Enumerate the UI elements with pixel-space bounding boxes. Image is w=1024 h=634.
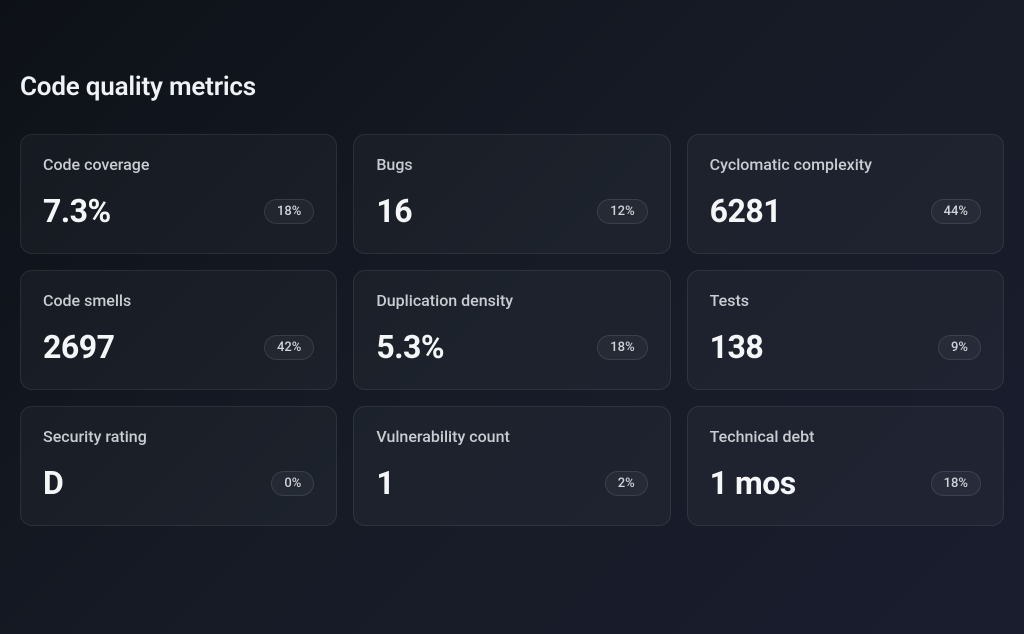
metric-card-vulnerability-count: Vulnerability count 1 2% (353, 406, 670, 526)
metric-label: Vulnerability count (376, 427, 647, 446)
metric-value: 7.3% (43, 192, 111, 230)
metric-value: 1 mos (710, 464, 796, 502)
metric-value-row: 6281 44% (710, 192, 981, 230)
metric-badge: 0% (271, 471, 314, 496)
metric-badge: 18% (931, 471, 981, 496)
metric-label: Tests (710, 291, 981, 310)
metric-badge: 9% (938, 335, 981, 360)
metric-value-row: 138 9% (710, 328, 981, 366)
metric-label: Technical debt (710, 427, 981, 446)
metric-card-technical-debt: Technical debt 1 mos 18% (687, 406, 1004, 526)
metric-label: Code coverage (43, 155, 314, 174)
metric-label: Code smells (43, 291, 314, 310)
metric-card-code-smells: Code smells 2697 42% (20, 270, 337, 390)
metric-value: 1 (376, 464, 394, 502)
metric-value-row: D 0% (43, 464, 314, 502)
metric-badge: 18% (264, 199, 314, 224)
metric-card-bugs: Bugs 16 12% (353, 134, 670, 254)
metric-card-duplication-density: Duplication density 5.3% 18% (353, 270, 670, 390)
metric-value-row: 1 2% (376, 464, 647, 502)
metric-card-cyclomatic-complexity: Cyclomatic complexity 6281 44% (687, 134, 1004, 254)
metric-label: Cyclomatic complexity (710, 155, 981, 174)
metric-value: 5.3% (376, 328, 444, 366)
metric-badge: 2% (605, 471, 648, 496)
metric-value: 2697 (43, 328, 114, 366)
metric-label: Security rating (43, 427, 314, 446)
metric-card-tests: Tests 138 9% (687, 270, 1004, 390)
metric-badge: 42% (264, 335, 314, 360)
metric-value: 6281 (710, 192, 781, 230)
metric-value-row: 7.3% 18% (43, 192, 314, 230)
metric-value-row: 5.3% 18% (376, 328, 647, 366)
metric-value-row: 1 mos 18% (710, 464, 981, 502)
metric-value-row: 16 12% (376, 192, 647, 230)
metrics-grid: Code coverage 7.3% 18% Bugs 16 12% Cyclo… (20, 134, 1004, 526)
metric-value-row: 2697 42% (43, 328, 314, 366)
metric-card-security-rating: Security rating D 0% (20, 406, 337, 526)
page-title: Code quality metrics (20, 72, 1004, 102)
metric-badge: 44% (931, 199, 981, 224)
metric-label: Duplication density (376, 291, 647, 310)
metric-value: 16 (376, 192, 412, 230)
metric-badge: 18% (597, 335, 647, 360)
metric-card-code-coverage: Code coverage 7.3% 18% (20, 134, 337, 254)
metric-value: 138 (710, 328, 764, 366)
metric-badge: 12% (597, 199, 647, 224)
metric-label: Bugs (376, 155, 647, 174)
metric-value: D (43, 464, 63, 502)
